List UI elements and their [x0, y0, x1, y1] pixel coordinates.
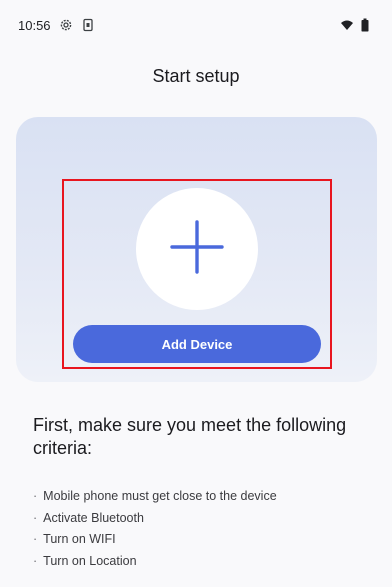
gear-icon: [59, 18, 73, 32]
criteria-list: · Mobile phone must get close to the dev…: [33, 486, 373, 572]
bullet: ·: [33, 532, 38, 546]
bullet: ·: [33, 489, 38, 503]
criteria-item-text: Mobile phone must get close to the devic…: [43, 489, 277, 503]
criteria-item-text: Turn on Location: [43, 553, 137, 568]
criteria-item: · Activate Bluetooth: [33, 508, 373, 530]
highlight-box: [62, 179, 332, 369]
phone-battery-icon: [81, 18, 95, 32]
status-right: [340, 18, 374, 32]
bullet: ·: [33, 510, 38, 525]
bullet: ·: [33, 553, 38, 568]
setup-screen: 10:56 Start setup Add Device First, make…: [0, 0, 392, 587]
status-left: 10:56: [18, 18, 95, 33]
battery-icon: [360, 18, 374, 32]
status-time: 10:56: [18, 17, 51, 33]
status-bar: 10:56: [0, 0, 392, 50]
criteria-item: · Mobile phone must get close to the dev…: [33, 486, 373, 508]
criteria-item-text: Turn on WIFI: [43, 532, 116, 546]
page-title: Start setup: [152, 66, 240, 86]
criteria-title: First, make sure you meet the following …: [33, 415, 347, 458]
criteria-item: · Turn on WIFI: [33, 529, 373, 551]
criteria-item: · Turn on Location: [33, 551, 373, 573]
criteria-item-text: Activate Bluetooth: [43, 510, 144, 525]
wifi-icon: [340, 18, 354, 32]
